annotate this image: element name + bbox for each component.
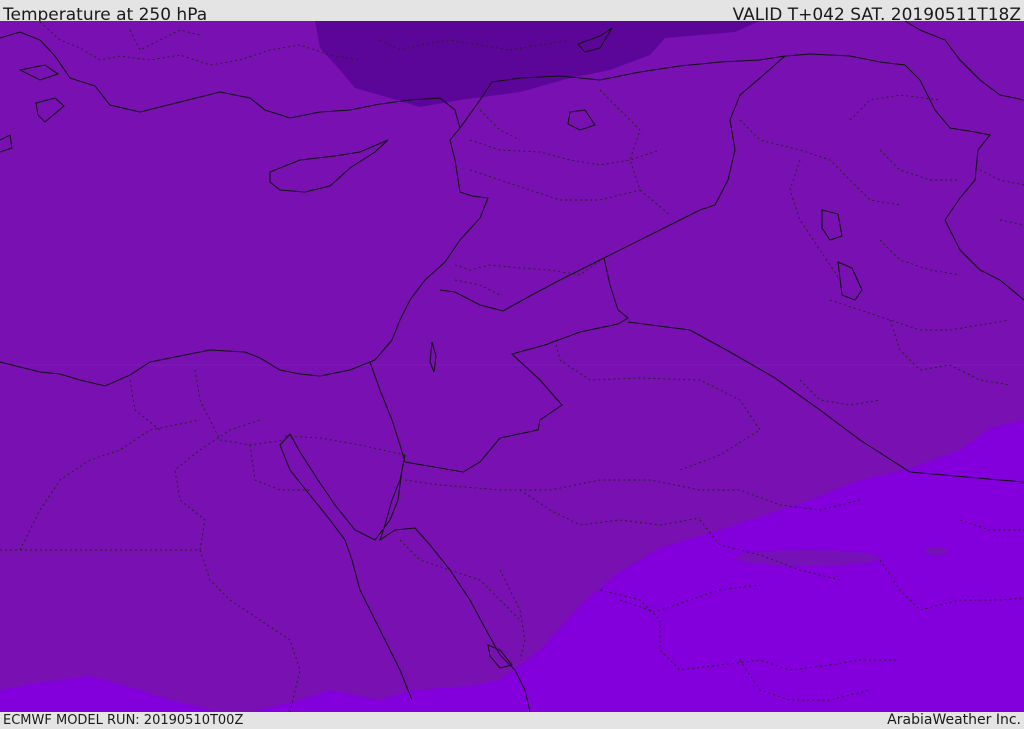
temperature-map bbox=[0, 21, 1024, 712]
model-run-label: ECMWF MODEL RUN: 20190510T00Z bbox=[3, 713, 244, 728]
map-header: Temperature at 250 hPa VALID T+042 SAT. … bbox=[0, 0, 1024, 25]
map-canvas bbox=[0, 21, 1024, 712]
intermediate-temperature-patch bbox=[736, 550, 880, 566]
credit-label: ArabiaWeather Inc. bbox=[887, 712, 1021, 728]
map-footer: ECMWF MODEL RUN: 20190510T00Z ArabiaWeat… bbox=[0, 712, 1024, 729]
intermediate-temperature-patch-small bbox=[925, 547, 947, 555]
